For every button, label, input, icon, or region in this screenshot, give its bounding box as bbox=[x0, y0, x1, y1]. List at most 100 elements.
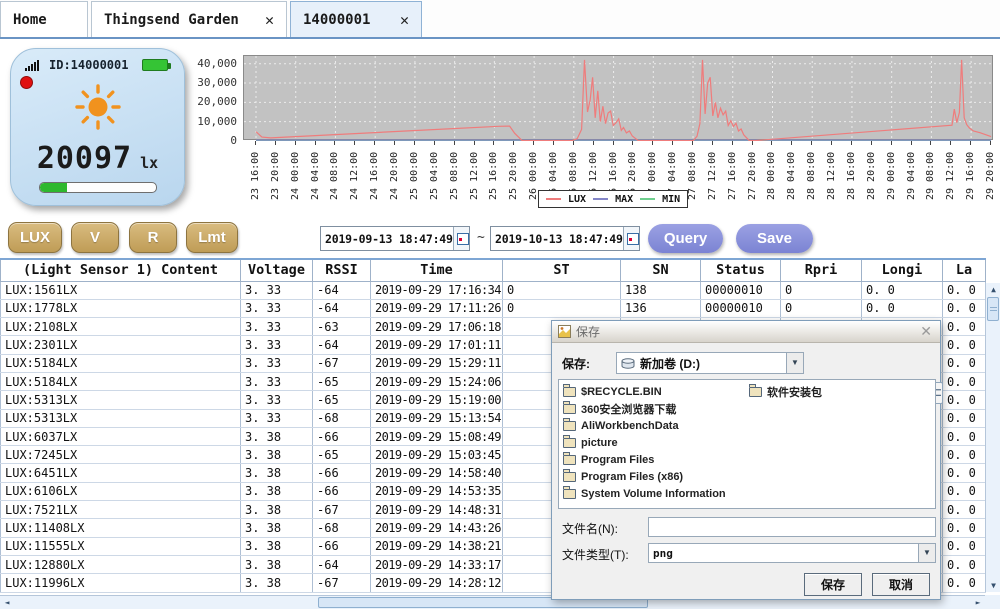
file-type-combobox[interactable]: png ▼ bbox=[648, 543, 936, 563]
column-header[interactable]: Rpri bbox=[781, 259, 862, 281]
folder-icon bbox=[563, 455, 576, 465]
x-axis-tick bbox=[970, 141, 971, 145]
scroll-down-icon[interactable]: ▼ bbox=[986, 579, 1000, 592]
tab-14000001[interactable]: 14000001✕ bbox=[290, 1, 422, 37]
controls-bar: LUX V R Lmt ~ Query Save bbox=[0, 218, 1000, 256]
x-axis-tick bbox=[990, 141, 991, 145]
cell-content: LUX:6451LX bbox=[1, 464, 241, 482]
lmt-button[interactable]: Lmt bbox=[186, 222, 238, 253]
x-axis-label: 25 04:00 bbox=[429, 146, 441, 200]
column-header[interactable]: Time bbox=[371, 259, 503, 281]
x-axis-tick bbox=[672, 141, 673, 145]
cell-rssi: -68 bbox=[313, 519, 371, 537]
column-header[interactable]: ST bbox=[503, 259, 621, 281]
cell-la: 0. 0 bbox=[943, 391, 986, 409]
calendar-icon[interactable] bbox=[453, 227, 469, 250]
x-axis-label: 24 04:00 bbox=[310, 146, 322, 200]
r-button[interactable]: R bbox=[129, 222, 177, 253]
x-axis-tick bbox=[573, 141, 574, 145]
x-axis-tick bbox=[434, 141, 435, 145]
legend-swatch bbox=[546, 198, 561, 200]
scroll-right-icon[interactable]: ► bbox=[971, 596, 985, 609]
folder-name: picture bbox=[581, 437, 618, 449]
drive-icon bbox=[621, 358, 635, 369]
chevron-down-icon[interactable]: ▼ bbox=[786, 353, 803, 373]
x-axis-label: 28 12:00 bbox=[826, 146, 838, 200]
folder-item[interactable]: Program Files (x86) bbox=[563, 468, 749, 485]
column-header[interactable]: Voltage bbox=[241, 259, 313, 281]
x-axis-tick bbox=[315, 141, 316, 145]
x-axis-tick bbox=[414, 141, 415, 145]
v-button[interactable]: V bbox=[71, 222, 119, 253]
column-header[interactable]: Status bbox=[701, 259, 781, 281]
x-axis-label: 29 12:00 bbox=[945, 146, 957, 200]
close-icon[interactable]: ✕ bbox=[400, 11, 409, 29]
cell-la: 0. 0 bbox=[943, 354, 986, 372]
folder-item[interactable]: System Volume Information bbox=[563, 485, 749, 502]
dialog-titlebar[interactable]: 保存 ✕ bbox=[552, 321, 940, 343]
x-axis-label: 27 12:00 bbox=[707, 146, 719, 200]
cell-rssi: -63 bbox=[313, 318, 371, 336]
x-axis-tick bbox=[513, 141, 514, 145]
x-axis-tick bbox=[553, 141, 554, 145]
cell-rssi: -64 bbox=[313, 555, 371, 573]
x-axis-tick bbox=[712, 141, 713, 145]
cell-voltage: 3. 38 bbox=[241, 427, 313, 445]
close-icon[interactable]: ✕ bbox=[265, 11, 274, 29]
x-axis-tick bbox=[533, 141, 534, 145]
save-dialog: 保存 ✕ 保存: 新加卷 (D:) ▼ bbox=[551, 320, 941, 600]
scroll-left-icon[interactable]: ◄ bbox=[0, 596, 14, 609]
x-axis-tick bbox=[295, 141, 296, 145]
look-in-combobox[interactable]: 新加卷 (D:) ▼ bbox=[616, 352, 804, 374]
folder-icon bbox=[563, 387, 576, 397]
cell-st: 0 bbox=[503, 299, 621, 317]
save-button[interactable]: Save bbox=[736, 224, 813, 253]
cell-la: 0. 0 bbox=[943, 372, 986, 390]
folder-item[interactable]: 360安全浏览器下载 bbox=[563, 400, 749, 417]
cell-voltage: 3. 38 bbox=[241, 555, 313, 573]
dialog-close-icon[interactable]: ✕ bbox=[918, 323, 934, 340]
x-axis-tick bbox=[752, 141, 753, 145]
x-axis-tick bbox=[632, 141, 633, 145]
folder-icon bbox=[749, 387, 762, 397]
chevron-down-icon[interactable]: ▼ bbox=[918, 544, 935, 562]
x-axis-tick bbox=[950, 141, 951, 145]
folder-item[interactable]: 软件安装包 bbox=[749, 383, 935, 400]
calendar-icon[interactable] bbox=[623, 227, 639, 250]
tab-thingsend-garden[interactable]: Thingsend Garden✕ bbox=[91, 1, 287, 37]
x-axis-label: 25 12:00 bbox=[469, 146, 481, 200]
cell-rpri: 0 bbox=[781, 281, 862, 299]
x-axis-label: 27 20:00 bbox=[747, 146, 759, 200]
folder-item[interactable]: $RECYCLE.BIN bbox=[563, 383, 749, 400]
table-row[interactable]: LUX:1561LX3. 33-642019-09-29 17:16:34013… bbox=[1, 281, 986, 299]
vertical-scrollbar[interactable]: ▲ ▼ bbox=[985, 283, 1000, 592]
folder-item[interactable]: Program Files bbox=[563, 451, 749, 468]
table-header-row: (Light Sensor 1) ContentVoltageRSSITimeS… bbox=[1, 259, 986, 281]
dialog-cancel-button[interactable]: 取消 bbox=[872, 573, 930, 596]
column-header[interactable]: (Light Sensor 1) Content bbox=[1, 259, 241, 281]
lux-button[interactable]: LUX bbox=[8, 222, 62, 253]
column-header[interactable]: SN bbox=[621, 259, 701, 281]
column-header[interactable]: La bbox=[943, 259, 986, 281]
folder-item[interactable]: picture bbox=[563, 434, 749, 451]
cell-la: 0. 0 bbox=[943, 519, 986, 537]
column-header[interactable]: RSSI bbox=[313, 259, 371, 281]
vertical-scrollbar-thumb[interactable] bbox=[987, 297, 999, 321]
file-name-input[interactable] bbox=[648, 517, 936, 537]
table-row[interactable]: LUX:1778LX3. 33-642019-09-29 17:11:26013… bbox=[1, 299, 986, 317]
scroll-up-icon[interactable]: ▲ bbox=[986, 283, 1000, 296]
cell-time: 2019-09-29 14:53:35 bbox=[371, 482, 503, 500]
dialog-save-button[interactable]: 保存 bbox=[804, 573, 862, 596]
file-type-value: png bbox=[649, 547, 918, 560]
tab-home[interactable]: Home bbox=[0, 1, 88, 37]
cell-voltage: 3. 38 bbox=[241, 446, 313, 464]
x-axis-tick bbox=[851, 141, 852, 145]
date-from-field bbox=[320, 226, 470, 251]
date-to-input[interactable] bbox=[491, 228, 623, 249]
cell-longi: 0. 0 bbox=[862, 281, 943, 299]
folder-icon bbox=[563, 489, 576, 499]
folder-item[interactable]: AliWorkbenchData bbox=[563, 417, 749, 434]
date-from-input[interactable] bbox=[321, 228, 453, 249]
column-header[interactable]: Longi bbox=[862, 259, 943, 281]
query-button[interactable]: Query bbox=[648, 224, 723, 253]
